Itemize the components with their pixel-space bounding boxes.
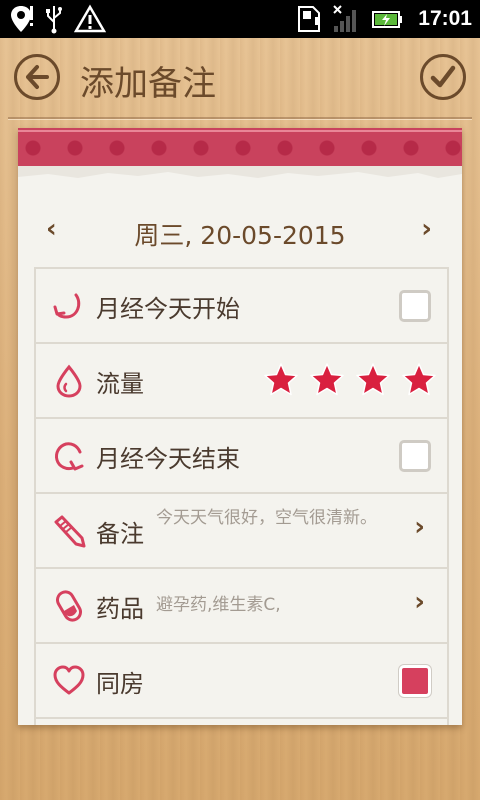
row-label: 备注 xyxy=(96,520,144,548)
pencil-icon xyxy=(54,515,86,548)
row-note[interactable]: 备注 今天天气很好，空气很清新。 › xyxy=(36,494,447,569)
back-button[interactable] xyxy=(14,54,60,100)
flow-rating[interactable] xyxy=(263,362,437,398)
back-arrow-icon xyxy=(26,65,49,89)
row-label: 月经今天开始 xyxy=(96,295,240,323)
period-start-checkbox[interactable] xyxy=(399,290,431,322)
row-label: 流量 xyxy=(96,370,144,398)
note-preview: 今天天气很好，空气很清新。 xyxy=(156,508,377,528)
list-item xyxy=(36,719,447,725)
chevron-right-icon: › xyxy=(414,587,425,617)
confirm-button[interactable] xyxy=(420,54,466,100)
row-intimacy[interactable]: 同房 xyxy=(36,644,447,719)
row-label: 药品 xyxy=(96,595,144,623)
next-day-button[interactable]: › xyxy=(421,214,432,244)
row-label: 月经今天结束 xyxy=(96,445,240,473)
sd-card-icon xyxy=(298,6,321,32)
medicine-preview: 避孕药,维生素C, xyxy=(156,595,281,615)
star-icon[interactable] xyxy=(401,362,437,398)
star-icon[interactable] xyxy=(263,362,299,398)
row-label: 同房 xyxy=(96,670,144,698)
title-divider xyxy=(8,117,472,119)
period-end-checkbox[interactable] xyxy=(399,440,431,472)
drop-icon xyxy=(56,364,82,398)
usb-icon xyxy=(46,6,62,34)
current-date: 周三, 20-05-2015 xyxy=(134,221,346,250)
torn-edge xyxy=(18,166,462,178)
star-icon[interactable] xyxy=(309,362,345,398)
check-icon xyxy=(430,65,456,88)
pill-icon xyxy=(56,590,82,622)
location-icon xyxy=(11,6,33,32)
row-period-end[interactable]: 月经今天结束 xyxy=(36,419,447,494)
row-flow[interactable]: 流量 xyxy=(36,344,447,419)
row-period-start[interactable]: 月经今天开始 xyxy=(36,269,447,344)
period-start-icon xyxy=(53,293,81,319)
battery-charging-icon xyxy=(372,11,403,28)
chevron-right-icon: › xyxy=(414,512,425,542)
note-card: ‹ 周三, 20-05-2015 › 月经今天开始 流量 月经今天结束 备注 今… xyxy=(18,128,462,725)
row-medicine[interactable]: 药品 避孕药,维生素C, › xyxy=(36,569,447,644)
status-time: 17:01 xyxy=(418,7,472,30)
status-bar: 17:01 xyxy=(0,0,480,38)
signal-icon xyxy=(333,5,357,32)
heart-icon xyxy=(53,665,85,695)
warning-icon xyxy=(74,4,106,33)
page-title: 添加备注 xyxy=(80,64,216,104)
date-navigator: ‹ 周三, 20-05-2015 › xyxy=(18,208,462,254)
period-end-icon xyxy=(55,442,84,471)
hearts-band xyxy=(18,128,462,168)
entry-list: 月经今天开始 流量 月经今天结束 备注 今天天气很好，空气很清新。 › 药品 避… xyxy=(34,267,449,725)
title-bar: 添加备注 xyxy=(0,38,480,120)
star-icon[interactable] xyxy=(355,362,391,398)
intimacy-checkbox[interactable] xyxy=(399,665,431,697)
